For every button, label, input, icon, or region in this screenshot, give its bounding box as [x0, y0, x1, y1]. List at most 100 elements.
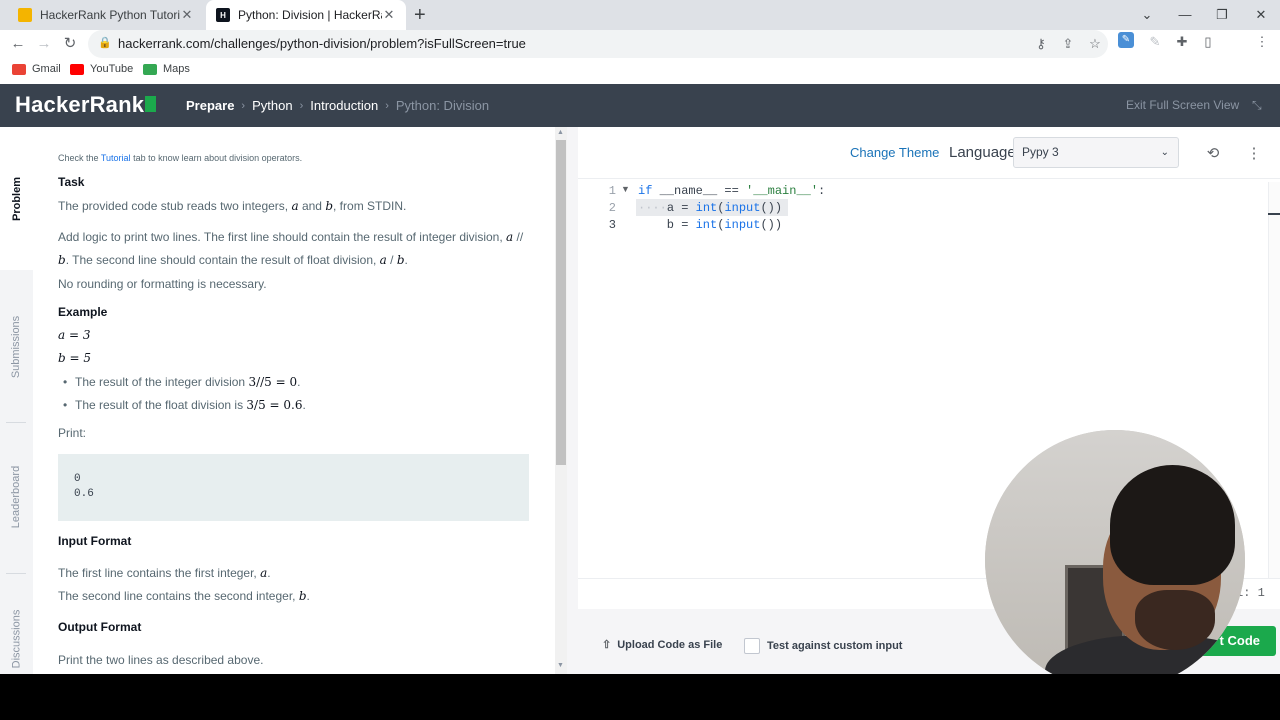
forward-arrow-icon[interactable]: → [32, 32, 56, 56]
sample-output-box: 0 0.6 [58, 454, 529, 521]
breadcrumb-current: Python: Division [395, 98, 490, 113]
code-line-1[interactable]: if __name__ == '__main__': [638, 184, 825, 198]
tab-label: Problem [10, 176, 23, 221]
bookmark-label: Maps [163, 63, 190, 75]
editor-scrollbar[interactable] [1268, 182, 1280, 578]
browser-tab-division[interactable]: H Python: Division | HackerRank ✕ [206, 0, 406, 30]
breadcrumb-introduction[interactable]: Introduction [310, 98, 378, 113]
problem-scrollbar-thumb[interactable] [556, 140, 566, 465]
no-rounding-text: No rounding or formatting is necessary. [58, 277, 267, 291]
pen-extension-icon[interactable]: ✎ [1118, 32, 1134, 48]
list-item: The result of the float division is 3/5 … [63, 398, 306, 412]
list-item: The result of the integer division 3//5 … [63, 375, 300, 389]
var-b: b [58, 253, 66, 267]
history-restore-icon[interactable]: ⟲ [1203, 144, 1223, 162]
address-bar[interactable]: 🔒 hackerrank.com/challenges/python-divis… [88, 30, 1108, 58]
tab-divider [6, 573, 26, 574]
text: / [386, 253, 397, 267]
text: and [298, 199, 326, 213]
more-options-icon[interactable]: ⋮ [1244, 144, 1264, 162]
collapse-arrows-icon[interactable]: ⤡ [1252, 84, 1262, 127]
hint-text: tab to know learn about division operato… [130, 153, 303, 163]
scroll-up-arrow-icon[interactable]: ▲ [557, 129, 564, 136]
share-icon[interactable]: ⇪ [1059, 30, 1077, 58]
output-line: 0 [74, 473, 81, 485]
code-line-3[interactable]: b = int(input()) [638, 218, 782, 232]
var-a: a [506, 230, 514, 244]
bookmark-gmail[interactable]: Gmail [12, 58, 61, 80]
problem-statement: Check the Tutorial tab to know learn abo… [33, 127, 555, 674]
change-theme-link[interactable]: Change Theme [850, 145, 939, 160]
back-arrow-icon[interactable]: ← [6, 32, 30, 56]
webcam-overlay [985, 430, 1245, 690]
reload-icon[interactable]: ↻ [58, 32, 82, 56]
tab-submissions[interactable]: Submissions [0, 282, 33, 412]
bookmark-folder-icon [18, 8, 32, 22]
pencil-extension-icon[interactable]: ✎ [1145, 32, 1165, 52]
screen: HackerRank Python Tutorial - Pyt ✕ H Pyt… [0, 0, 1280, 720]
maximize-icon[interactable]: ❐ [1207, 0, 1237, 30]
exit-fullscreen-link[interactable]: Exit Full Screen View [1126, 84, 1239, 127]
line-number: 1 [608, 184, 616, 198]
gmail-icon [12, 63, 26, 75]
var-a: a [379, 253, 387, 267]
tab-title: Python: Division | HackerRank [238, 8, 382, 22]
chevron-down-icon: ⌄ [1160, 147, 1169, 158]
chevron-right-icon: › [241, 99, 246, 112]
var-b: b [298, 589, 307, 603]
tab-leaderboard[interactable]: Leaderboard [0, 432, 33, 562]
editor-scroll-marker [1268, 213, 1280, 215]
text: The provided code stub reads two integer… [58, 199, 292, 213]
logic-text: Add logic to print two lines. The first … [58, 230, 524, 267]
bottom-black-bar [0, 674, 1280, 720]
side-panel-icon[interactable]: ▯ [1198, 32, 1218, 52]
new-tab-plus-icon[interactable]: + [414, 0, 426, 30]
bookmark-label: YouTube [90, 63, 134, 75]
breadcrumb-prepare[interactable]: Prepare [186, 98, 234, 113]
key-icon[interactable]: ⚷ [1032, 30, 1050, 58]
custom-input-checkbox[interactable] [744, 638, 760, 654]
bookmarks-bar: Gmail YouTube Maps [0, 58, 1280, 84]
breadcrumb-python[interactable]: Python [252, 98, 292, 113]
browser-toolbar: ← → ↻ 🔒 hackerrank.com/challenges/python… [0, 30, 1280, 81]
window-close-icon[interactable]: ✕ [1246, 0, 1276, 30]
browser-tab-tutorial[interactable]: HackerRank Python Tutorial - Pyt ✕ [8, 0, 204, 30]
chevron-right-icon: › [385, 99, 389, 112]
code-line-2[interactable]: ····a = int(input()) [638, 201, 782, 215]
tab-problem[interactable]: Problem [0, 127, 33, 270]
hackerrank-logo[interactable]: HackerRank [15, 92, 157, 118]
bookmark-star-icon[interactable]: ☆ [1086, 30, 1104, 58]
text: The result of the float division is [75, 398, 247, 412]
url-text[interactable]: hackerrank.com/challenges/python-divisio… [118, 30, 526, 58]
example-heading: Example [58, 305, 108, 319]
chevron-right-icon: › [299, 99, 304, 112]
scroll-down-arrow-icon[interactable]: ▼ [557, 662, 564, 669]
tab-label: Submissions [10, 315, 23, 379]
tab-search-chevron-icon[interactable]: ⌄ [1132, 0, 1162, 30]
close-icon[interactable]: ✕ [180, 7, 194, 23]
bookmark-maps[interactable]: Maps [143, 58, 190, 80]
extensions-puzzle-icon[interactable]: ✚ [1172, 32, 1192, 52]
text: The second line contains the second inte… [58, 589, 299, 603]
minimize-icon[interactable]: — [1170, 0, 1200, 30]
youtube-icon [70, 63, 84, 75]
tutorial-link[interactable]: Tutorial [101, 153, 131, 163]
math: 3/5 = 0.6 [246, 398, 303, 412]
bookmark-youtube[interactable]: YouTube [70, 58, 133, 80]
more-menu-icon[interactable]: ⋮ [1252, 32, 1272, 52]
lock-icon: 🔒 [98, 37, 112, 49]
language-select[interactable]: Pypy 3 ⌄ [1013, 137, 1179, 168]
input-line-2: The second line contains the second inte… [58, 589, 310, 603]
hackerrank-favicon-icon: H [216, 8, 230, 22]
text: . The second line should contain the res… [65, 253, 380, 267]
example-b: b = 5 [58, 351, 91, 365]
bookmark-label: Gmail [32, 63, 61, 75]
text: , from STDIN. [333, 199, 407, 213]
input-line-1: The first line contains the first intege… [58, 566, 271, 580]
custom-input-label[interactable]: Test against custom input [767, 640, 902, 652]
input-format-heading: Input Format [58, 534, 132, 548]
upload-code-button[interactable]: ⇧ Upload Code as File [602, 638, 722, 651]
logo-text: HackerRank [15, 92, 145, 117]
close-icon[interactable]: ✕ [382, 7, 396, 23]
fold-chevron-icon[interactable]: ▼ [621, 184, 630, 194]
